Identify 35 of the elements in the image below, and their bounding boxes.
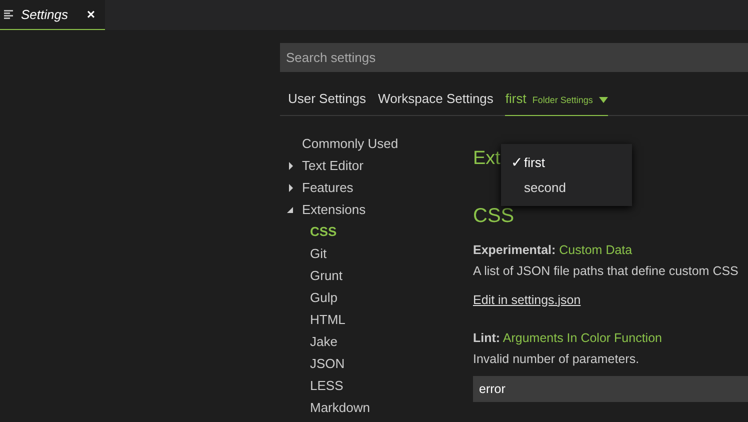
menu-item[interactable]: ✓first (501, 150, 632, 175)
close-icon[interactable]: × (86, 4, 95, 25)
toc-item[interactable]: Markdown (280, 397, 370, 419)
toc-item[interactable]: Jake (280, 331, 338, 353)
expanded-icon (287, 206, 295, 214)
settings-tab[interactable]: User Settings (288, 88, 366, 116)
settings-tab[interactable]: Workspace Settings (378, 88, 494, 116)
setting-title: Experimental: Custom Data (473, 242, 634, 259)
setting-description: A list of JSON file paths that define custom CSS (473, 262, 740, 280)
toc-item[interactable]: Commonly Used (280, 133, 398, 155)
toc-item[interactable]: Grunt (280, 265, 343, 287)
select-field[interactable]: error (473, 376, 748, 402)
toc-item[interactable]: HTML (280, 309, 346, 331)
toc-item[interactable]: Git (280, 243, 327, 265)
edit-link[interactable]: Edit in settings.json (473, 290, 581, 310)
tab-label: Settings (21, 6, 68, 24)
toc-item[interactable]: Gulp (280, 287, 338, 309)
search-field[interactable]: Search settings (280, 43, 748, 72)
caret-icon (598, 96, 608, 102)
toc-item[interactable]: CSS (280, 221, 337, 243)
editor-tab[interactable]: Settings × (0, 0, 105, 30)
collapsed-icon (287, 184, 295, 192)
toc-item[interactable]: Features (280, 177, 354, 199)
menu-item[interactable]: second (501, 175, 632, 200)
toc-item[interactable]: Extensions (280, 199, 366, 221)
page-heading: Ext (473, 147, 500, 171)
toc-item[interactable]: JSON (280, 353, 345, 375)
lines-icon (4, 10, 15, 19)
collapsed-icon (287, 162, 295, 170)
setting-title: Lint: Arguments In Color Function (473, 330, 663, 347)
setting-description: Invalid number of parameters. (473, 350, 640, 368)
toc-item[interactable]: LESS (280, 375, 344, 397)
toc-item[interactable]: Text Editor (280, 155, 364, 177)
section-heading: CSS (473, 204, 516, 229)
folder-settings-tab[interactable]: first Folder Settings (505, 88, 608, 116)
